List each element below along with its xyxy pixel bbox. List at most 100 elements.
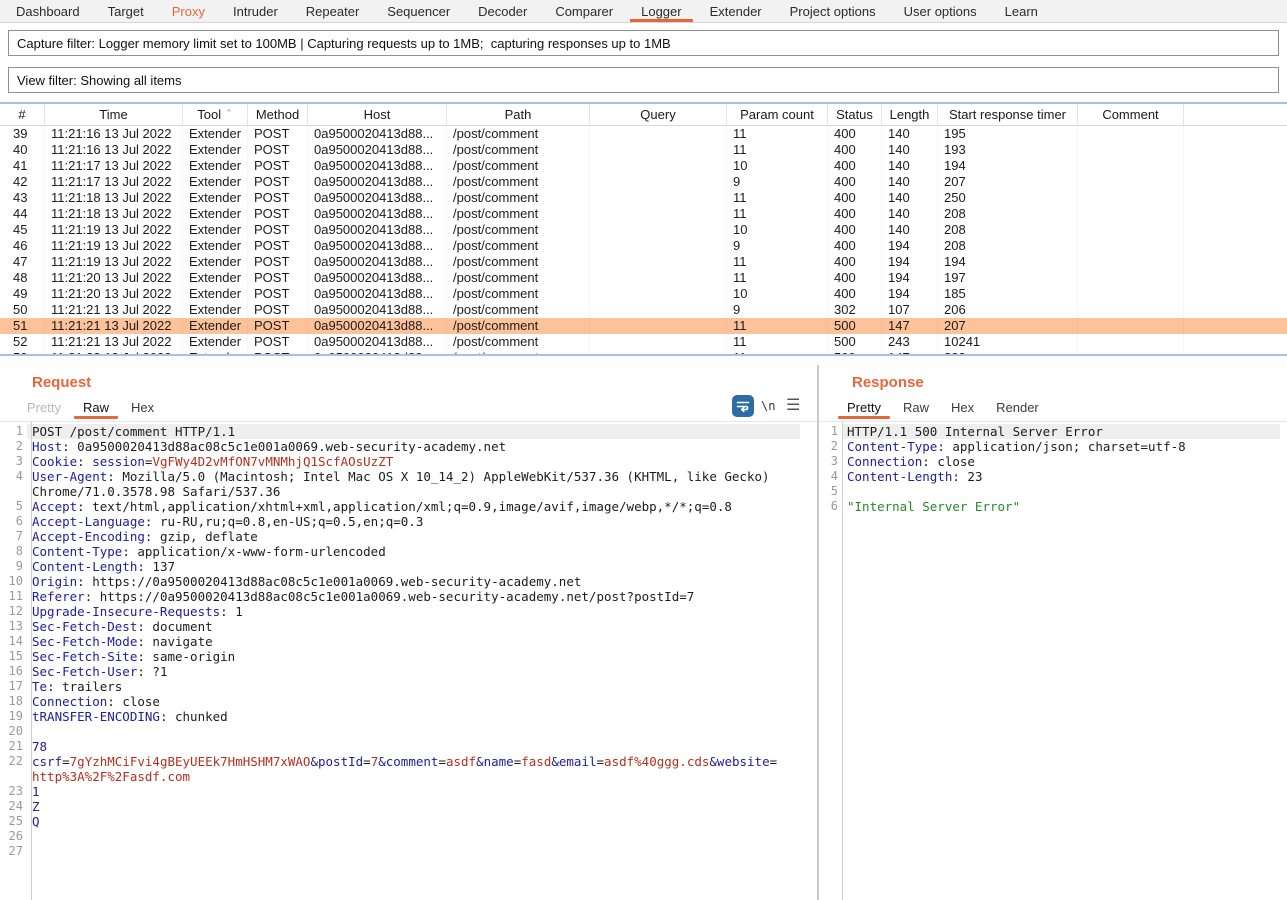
request-tab-raw[interactable]: Raw xyxy=(72,396,120,418)
response-tab-render[interactable]: Render xyxy=(985,396,1050,418)
cell-number: 53 xyxy=(0,350,45,356)
column-header-comment[interactable]: Comment xyxy=(1078,104,1184,125)
log-row-44[interactable]: 4411:21:18 13 Jul 2022ExtenderPOST0a9500… xyxy=(0,206,1287,222)
log-row-50[interactable]: 5011:21:21 13 Jul 2022ExtenderPOST0a9500… xyxy=(0,302,1287,318)
cell-tool: Extender xyxy=(183,222,248,238)
column-header-label: Length xyxy=(890,107,930,122)
cell-tool: Extender xyxy=(183,350,248,356)
cell-comment xyxy=(1078,190,1184,206)
line-content: Q xyxy=(27,814,40,829)
cell-length: 194 xyxy=(882,270,938,286)
log-row-49[interactable]: 4911:21:20 13 Jul 2022ExtenderPOST0a9500… xyxy=(0,286,1287,302)
cell-host: 0a9500020413d88... xyxy=(308,126,447,142)
cell-length: 140 xyxy=(882,190,938,206)
newline-icon[interactable]: \n xyxy=(761,399,775,413)
menu-tab-project-options[interactable]: Project options xyxy=(776,0,890,22)
log-row-39[interactable]: 3911:21:16 13 Jul 2022ExtenderPOST0a9500… xyxy=(0,126,1287,142)
cell-host: 0a9500020413d88... xyxy=(308,270,447,286)
cell-start-response-timer: 185 xyxy=(938,286,1078,302)
cell-tool: Extender xyxy=(183,238,248,254)
log-row-42[interactable]: 4211:21:17 13 Jul 2022ExtenderPOST0a9500… xyxy=(0,174,1287,190)
word-wrap-icon[interactable] xyxy=(732,395,754,417)
column-header-param-count[interactable]: Param count xyxy=(727,104,828,125)
menu-tab-proxy[interactable]: Proxy xyxy=(158,0,219,22)
column-header-status[interactable]: Status xyxy=(828,104,882,125)
cell-host: 0a9500020413d88... xyxy=(308,302,447,318)
column-header-start-response-timer[interactable]: Start response timer xyxy=(938,104,1078,125)
menu-tab-comparer[interactable]: Comparer xyxy=(541,0,627,22)
cell-param-count: 11 xyxy=(727,334,828,350)
editor-line: 2Host: 0a9500020413d88ac08c5c1e001a0069.… xyxy=(0,439,817,454)
view-filter-bar[interactable]: View filter: Showing all items xyxy=(8,67,1279,93)
log-table-body: 3911:21:16 13 Jul 2022ExtenderPOST0a9500… xyxy=(0,126,1287,356)
line-content: 1 xyxy=(27,784,40,799)
cell-time: 11:21:20 13 Jul 2022 xyxy=(45,286,183,302)
log-row-51[interactable]: 5111:21:21 13 Jul 2022ExtenderPOST0a9500… xyxy=(0,318,1287,334)
log-table: #TimeTool⌃MethodHostPathQueryParam count… xyxy=(0,102,1287,356)
column-header-path[interactable]: Path xyxy=(447,104,590,125)
menu-tab-sequencer[interactable]: Sequencer xyxy=(373,0,464,22)
menu-tab-logger[interactable]: Logger xyxy=(627,0,695,22)
cell-method: POST xyxy=(248,302,308,318)
column-header-time[interactable]: Time xyxy=(45,104,183,125)
editor-menu-icon[interactable]: ☰ xyxy=(786,395,800,415)
request-tab-hex[interactable]: Hex xyxy=(120,396,165,418)
column-header-query[interactable]: Query xyxy=(590,104,727,125)
column-header-length[interactable]: Length xyxy=(882,104,938,125)
line-content: Sec-Fetch-Mode: navigate xyxy=(27,634,213,649)
log-row-48[interactable]: 4811:21:20 13 Jul 2022ExtenderPOST0a9500… xyxy=(0,270,1287,286)
line-number: 13 xyxy=(0,619,27,634)
cell-param-count: 10 xyxy=(727,158,828,174)
menu-tab-decoder[interactable]: Decoder xyxy=(464,0,541,22)
log-row-43[interactable]: 4311:21:18 13 Jul 2022ExtenderPOST0a9500… xyxy=(0,190,1287,206)
request-editor[interactable]: 1POST /post/comment HTTP/1.12Host: 0a950… xyxy=(0,421,817,859)
response-editor[interactable]: 1HTTP/1.1 500 Internal Server Error2Cont… xyxy=(820,421,1287,514)
log-row-46[interactable]: 4611:21:19 13 Jul 2022ExtenderPOST0a9500… xyxy=(0,238,1287,254)
menu-tab-target[interactable]: Target xyxy=(94,0,158,22)
log-row-45[interactable]: 4511:21:19 13 Jul 2022ExtenderPOST0a9500… xyxy=(0,222,1287,238)
cell-tool: Extender xyxy=(183,286,248,302)
cell-method: POST xyxy=(248,350,308,356)
menu-tab-user-options[interactable]: User options xyxy=(890,0,991,22)
cell-method: POST xyxy=(248,270,308,286)
cell-start-response-timer: 207 xyxy=(938,318,1078,334)
log-row-52[interactable]: 5211:21:21 13 Jul 2022ExtenderPOST0a9500… xyxy=(0,334,1287,350)
menu-tab-learn[interactable]: Learn xyxy=(991,0,1052,22)
menu-tab-repeater[interactable]: Repeater xyxy=(292,0,373,22)
cell-comment xyxy=(1078,270,1184,286)
response-tab-raw[interactable]: Raw xyxy=(892,396,940,418)
line-number: 1 xyxy=(0,424,27,439)
response-tab-hex[interactable]: Hex xyxy=(940,396,985,418)
log-row-40[interactable]: 4011:21:16 13 Jul 2022ExtenderPOST0a9500… xyxy=(0,142,1287,158)
cell-number: 40 xyxy=(0,142,45,158)
log-row-53[interactable]: 5311:21:22 13 Jul 2022ExtenderPOST0a9500… xyxy=(0,350,1287,356)
log-row-47[interactable]: 4711:21:19 13 Jul 2022ExtenderPOST0a9500… xyxy=(0,254,1287,270)
menu-tab-extender[interactable]: Extender xyxy=(696,0,776,22)
cell-path: /post/comment xyxy=(447,190,590,206)
log-row-41[interactable]: 4111:21:17 13 Jul 2022ExtenderPOST0a9500… xyxy=(0,158,1287,174)
cell-time: 11:21:20 13 Jul 2022 xyxy=(45,270,183,286)
editor-line: 6"Internal Server Error" xyxy=(820,499,1287,514)
column-header-tool[interactable]: Tool⌃ xyxy=(183,104,248,125)
panel-splitter[interactable] xyxy=(817,365,819,900)
menu-tab-dashboard[interactable]: Dashboard xyxy=(2,0,94,22)
cell-status: 400 xyxy=(828,206,882,222)
response-tabs: PrettyRawHexRender xyxy=(836,396,1050,418)
request-tabs: PrettyRawHex xyxy=(16,396,165,418)
column-header-method[interactable]: Method xyxy=(248,104,308,125)
capture-filter-bar[interactable]: Capture filter: Logger memory limit set … xyxy=(8,30,1279,56)
cell-comment xyxy=(1078,302,1184,318)
request-tab-pretty[interactable]: Pretty xyxy=(16,396,72,418)
menu-tab-intruder[interactable]: Intruder xyxy=(219,0,292,22)
cell-status: 400 xyxy=(828,238,882,254)
line-number: 6 xyxy=(0,514,27,529)
column-header-number[interactable]: # xyxy=(0,104,45,125)
cell-tool: Extender xyxy=(183,174,248,190)
cell-status: 500 xyxy=(828,350,882,356)
cell-query xyxy=(590,158,727,174)
cell-path: /post/comment xyxy=(447,254,590,270)
response-tab-pretty[interactable]: Pretty xyxy=(836,396,892,418)
line-content: Accept: text/html,application/xhtml+xml,… xyxy=(27,499,732,514)
column-header-host[interactable]: Host xyxy=(308,104,447,125)
cell-host: 0a9500020413d88... xyxy=(308,142,447,158)
